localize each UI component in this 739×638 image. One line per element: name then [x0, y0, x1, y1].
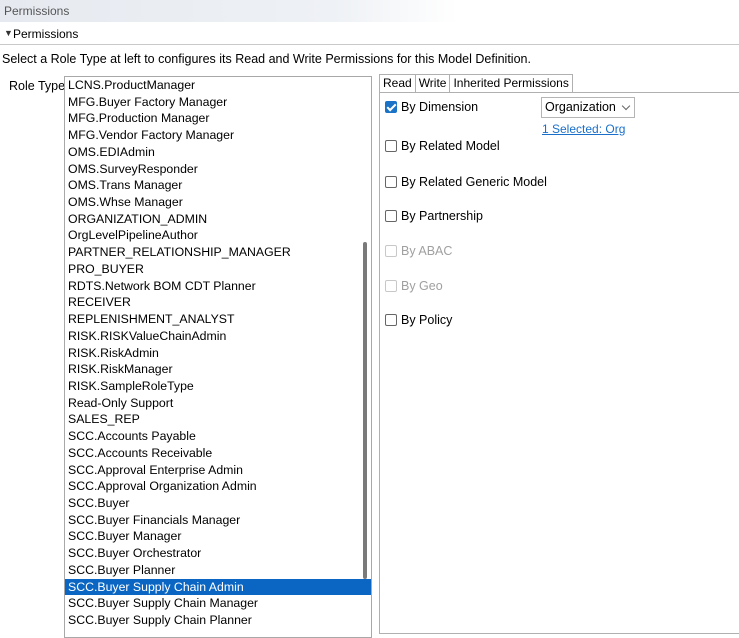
role-type-label: Role Type: [9, 79, 69, 93]
role-list-item[interactable]: OMS.EDIAdmin [65, 144, 371, 161]
role-list-item[interactable]: MFG.Vendor Factory Manager [65, 127, 371, 144]
by-geo-checkbox [385, 280, 397, 292]
option-by-related-generic-model[interactable]: By Related Generic Model [385, 173, 547, 191]
role-list-item[interactable]: SCC.Buyer Orchestrator [65, 545, 371, 562]
role-type-list[interactable]: LCNS.ProductManager MFG.Buyer Factory Man… [64, 76, 372, 638]
by-policy-checkbox[interactable] [385, 314, 397, 326]
by-partnership-label: By Partnership [401, 209, 483, 223]
role-list-item[interactable]: PARTNER_RELATIONSHIP_MANAGER [65, 244, 371, 261]
role-list-item[interactable]: RISK.RiskManager [65, 361, 371, 378]
dimension-select[interactable]: Organization [541, 97, 635, 118]
scrollbar-thumb[interactable] [363, 242, 367, 579]
by-related-model-label: By Related Model [401, 139, 500, 153]
role-list-item[interactable]: REPLENISHMENT_ANALYST [65, 311, 371, 328]
instructions-text: Select a Role Type at left to configures… [2, 52, 531, 66]
role-list-item[interactable]: MFG.Buyer Factory Manager [65, 94, 371, 111]
by-abac-label: By ABAC [401, 244, 453, 258]
role-list-item[interactable]: SCC.Accounts Payable [65, 428, 371, 445]
by-dimension-checkbox[interactable] [385, 101, 397, 113]
role-list-item[interactable]: RECEIVER [65, 294, 371, 311]
role-list-item[interactable]: RISK.RiskAdmin [65, 345, 371, 362]
role-list-item[interactable]: SALES_REP [65, 411, 371, 428]
role-list-item[interactable]: SCC.Buyer Financials Manager [65, 512, 371, 529]
role-list-item[interactable]: OMS.Trans Manager [65, 177, 371, 194]
role-list-item[interactable]: SCC.Buyer Supply Chain Admin [65, 578, 371, 596]
option-by-partnership[interactable]: By Partnership [385, 207, 483, 225]
role-list-item[interactable]: MFG.Production Manager [65, 110, 371, 127]
by-policy-label: By Policy [401, 313, 453, 327]
tab-inherited-permissions[interactable]: Inherited Permissions [449, 74, 573, 92]
role-list-item[interactable]: SCC.Buyer Manager [65, 528, 371, 545]
permissions-section-header[interactable]: ▼ Permissions [0, 25, 739, 45]
role-list-item[interactable]: SCC.Buyer [65, 495, 371, 512]
role-list-item[interactable]: SCC.Approval Enterprise Admin [65, 462, 371, 479]
by-abac-checkbox [385, 245, 397, 257]
role-list-item[interactable]: ORGANIZATION_ADMIN [65, 211, 371, 228]
role-list-item[interactable]: SCC.Buyer Supply Chain Planner [65, 612, 371, 629]
role-list-item[interactable]: RISK.RISKValueChainAdmin [65, 328, 371, 345]
by-dimension-label: By Dimension [401, 100, 479, 114]
tab-write[interactable]: Write [414, 74, 451, 92]
role-list-item[interactable]: LCNS.ProductManager [65, 77, 371, 94]
by-geo-label: By Geo [401, 279, 443, 293]
option-by-related-model[interactable]: By Related Model [385, 137, 500, 155]
window-title: Permissions [4, 4, 70, 18]
role-list-scrollbar[interactable] [363, 242, 367, 579]
option-by-dimension[interactable]: By Dimension [385, 98, 478, 116]
dimension-selection-link[interactable]: 1 Selected: Org [542, 122, 625, 136]
dimension-select-value: Organization [545, 100, 616, 114]
role-list-item[interactable]: SCC.Buyer Supply Chain Manager [65, 595, 371, 612]
role-list-item[interactable]: OMS.Whse Manager [65, 194, 371, 211]
role-list-item[interactable]: PRO_BUYER [65, 261, 371, 278]
window-title-bar: Permissions [0, 0, 739, 22]
permission-tabs: Read Write Inherited Permissions [379, 74, 573, 94]
by-related-generic-model-label: By Related Generic Model [401, 175, 547, 189]
role-list-item[interactable]: Read-Only Support [65, 395, 371, 412]
option-by-geo: By Geo [385, 277, 443, 295]
tab-read[interactable]: Read [379, 74, 416, 94]
option-by-abac: By ABAC [385, 242, 452, 260]
chevron-down-icon [621, 101, 631, 111]
role-list-item[interactable]: SCC.Approval Organization Admin [65, 478, 371, 495]
role-list-item[interactable]: SCC.Accounts Receivable [65, 445, 371, 462]
role-list-item[interactable]: OrgLevelPipelineAuthor [65, 227, 371, 244]
by-related-generic-model-checkbox[interactable] [385, 176, 397, 188]
section-title: Permissions [13, 27, 79, 41]
role-list-item[interactable]: RISK.SampleRoleType [65, 378, 371, 395]
caret-down-icon[interactable]: ▼ [4, 28, 13, 38]
by-related-model-checkbox[interactable] [385, 140, 397, 152]
option-by-policy[interactable]: By Policy [385, 311, 452, 329]
role-list-item[interactable]: OMS.SurveyResponder [65, 161, 371, 178]
role-list-item[interactable]: SCC.Buyer Planner [65, 562, 371, 579]
role-list-item[interactable]: RDTS.Network BOM CDT Planner [65, 278, 371, 295]
by-partnership-checkbox[interactable] [385, 210, 397, 222]
